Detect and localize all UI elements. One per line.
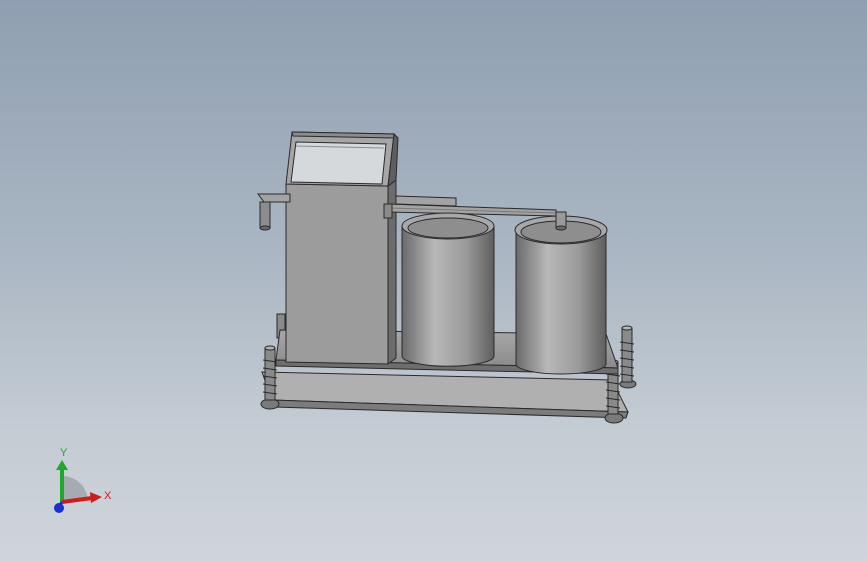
orientation-triad[interactable]: Y X [40, 440, 130, 530]
display-screen [290, 141, 387, 185]
graphics-viewport[interactable]: Y X [0, 0, 867, 562]
spring-mount-front-left [262, 345, 278, 401]
x-axis-label: X [104, 490, 112, 502]
drum-left [401, 212, 495, 367]
drum-right [514, 211, 608, 375]
bottom-base-plate [261, 371, 629, 419]
y-axis-label: Y [60, 447, 68, 459]
cad-model-view[interactable] [0, 0, 867, 562]
support-post [383, 203, 393, 219]
z-axis-arrow [54, 501, 64, 513]
spring-mount-back-right [619, 325, 635, 383]
